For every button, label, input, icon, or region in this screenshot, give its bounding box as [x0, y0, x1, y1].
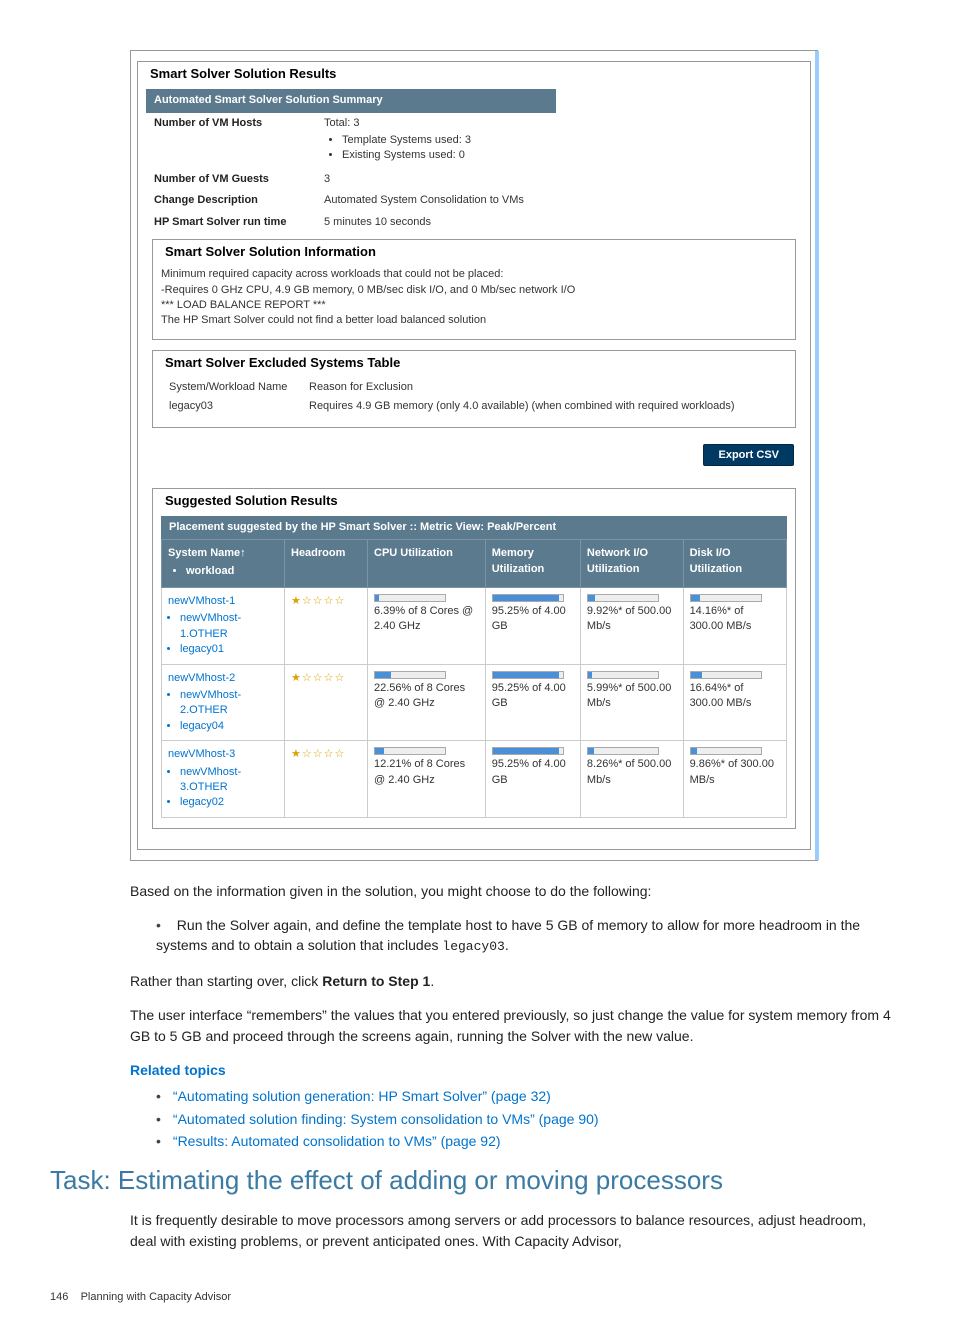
results-legend: Smart Solver Solution Results — [146, 65, 340, 83]
util-text: 9.86%* of 300.00 MB/s — [690, 757, 780, 788]
excluded-legend: Smart Solver Excluded Systems Table — [161, 354, 404, 372]
system-link[interactable]: newVMhost-2 — [168, 672, 235, 684]
link-rt2[interactable]: “Automated solution finding: System cons… — [173, 1111, 599, 1127]
util-text: 6.39% of 8 Cores @ 2.40 GHz — [374, 604, 479, 635]
export-csv-button[interactable]: Export CSV — [703, 444, 794, 466]
th-cpu[interactable]: CPU Utilization — [368, 540, 486, 588]
util-meter — [587, 671, 659, 679]
para-intro: Based on the information given in the so… — [130, 881, 894, 901]
workload-item: newVMhost-1.OTHER — [180, 611, 278, 642]
util-text: 5.99%* of 500.00 Mb/s — [587, 681, 677, 712]
summary-bar: Automated Smart Solver Solution Summary — [146, 89, 556, 112]
system-link[interactable]: newVMhost-1 — [168, 595, 235, 607]
table-row: newVMhost-2 newVMhost-2.OTHERlegacy04 ★☆☆☆… — [162, 664, 787, 741]
vm-hosts-value: Total: 3 Template Systems used: 3 Existi… — [324, 116, 794, 166]
util-meter — [587, 747, 659, 755]
util-text: 95.25% of 4.00 GB — [492, 604, 574, 635]
info-line: Minimum required capacity across workloa… — [161, 267, 787, 282]
change-desc-label: Change Description — [154, 193, 324, 208]
util-text: 14.16%* of 300.00 MB/s — [690, 604, 780, 635]
vm-hosts-total: Total: 3 — [324, 116, 794, 131]
th-headroom[interactable]: Headroom — [285, 540, 368, 588]
info-line: *** LOAD BALANCE REPORT *** — [161, 298, 787, 313]
headroom-stars: ★☆☆☆☆ — [291, 595, 345, 607]
change-desc-value: Automated System Consolidation to VMs — [324, 193, 794, 208]
vm-guests-value: 3 — [324, 172, 794, 187]
vm-hosts-template: Template Systems used: 3 — [342, 133, 794, 148]
placement-bar: Placement suggested by the HP Smart Solv… — [161, 516, 787, 539]
footer-title: Planning with Capacity Advisor — [81, 1291, 231, 1303]
headroom-stars: ★☆☆☆☆ — [291, 672, 345, 684]
workload-item: legacy04 — [180, 719, 278, 734]
th-system[interactable]: System Name↑ workload — [162, 540, 285, 588]
util-text: 12.21% of 8 Cores @ 2.40 GHz — [374, 757, 479, 788]
util-meter — [690, 747, 762, 755]
util-meter — [374, 594, 446, 602]
info-legend: Smart Solver Solution Information — [161, 243, 380, 261]
util-text: 95.25% of 4.00 GB — [492, 757, 574, 788]
excl-row-name: legacy03 — [169, 399, 309, 414]
info-line: The HP Smart Solver could not find a bet… — [161, 313, 787, 328]
suggested-legend: Suggested Solution Results — [161, 492, 342, 510]
solution-table: System Name↑ workload Headroom CPU Utili… — [161, 539, 787, 817]
info-line: -Requires 0 GHz CPU, 4.9 GB memory, 0 MB… — [161, 283, 787, 298]
excl-row-reason: Requires 4.9 GB memory (only 4.0 availab… — [309, 399, 735, 414]
util-meter — [492, 671, 564, 679]
system-link[interactable]: newVMhost-3 — [168, 748, 235, 760]
headroom-stars: ★☆☆☆☆ — [291, 748, 345, 760]
task-para: It is frequently desirable to move proce… — [130, 1210, 894, 1251]
util-text: 95.25% of 4.00 GB — [492, 681, 574, 712]
vm-hosts-label: Number of VM Hosts — [154, 116, 324, 166]
workload-item: legacy02 — [180, 795, 278, 810]
util-meter — [690, 671, 762, 679]
util-meter — [492, 747, 564, 755]
th-disk[interactable]: Disk I/O Utilization — [683, 540, 786, 588]
vm-guests-label: Number of VM Guests — [154, 172, 324, 187]
workload-item: newVMhost-2.OTHER — [180, 688, 278, 719]
excl-head-name: System/Workload Name — [169, 380, 309, 395]
screenshot-panel: Smart Solver Solution Results Automated … — [130, 50, 818, 861]
link-rt1[interactable]: “Automating solution generation: HP Smar… — [173, 1088, 551, 1104]
para-remember: The user interface “remembers” the value… — [130, 1005, 894, 1046]
util-text: 8.26%* of 500.00 Mb/s — [587, 757, 677, 788]
util-meter — [587, 594, 659, 602]
util-text: 9.92%* of 500.00 Mb/s — [587, 604, 677, 635]
task-heading: Task: Estimating the effect of adding or… — [50, 1165, 904, 1196]
util-text: 16.64%* of 300.00 MB/s — [690, 681, 780, 712]
workload-item: legacy01 — [180, 642, 278, 657]
th-net[interactable]: Network I/O Utilization — [580, 540, 683, 588]
workload-item: newVMhost-3.OTHER — [180, 765, 278, 796]
run-time-label: HP Smart Solver run time — [154, 215, 324, 230]
table-row: newVMhost-3 newVMhost-3.OTHERlegacy02 ★☆☆☆… — [162, 741, 787, 818]
excl-head-reason: Reason for Exclusion — [309, 380, 413, 395]
util-meter — [690, 594, 762, 602]
para-return: Rather than starting over, click Return … — [130, 971, 894, 991]
vm-hosts-existing: Existing Systems used: 0 — [342, 148, 794, 163]
bullet-solver: Run the Solver again, and define the tem… — [156, 915, 894, 957]
util-text: 22.56% of 8 Cores @ 2.40 GHz — [374, 681, 479, 712]
page-number: 146 — [50, 1291, 68, 1303]
util-meter — [374, 747, 446, 755]
util-meter — [492, 594, 564, 602]
link-rt3[interactable]: “Results: Automated consolidation to VMs… — [173, 1133, 501, 1149]
util-meter — [374, 671, 446, 679]
table-row: newVMhost-1 newVMhost-1.OTHERlegacy01 ★☆☆☆… — [162, 588, 787, 665]
related-topics-heading: Related topics — [130, 1060, 894, 1080]
run-time-value: 5 minutes 10 seconds — [324, 215, 794, 230]
th-mem[interactable]: Memory Utilization — [485, 540, 580, 588]
